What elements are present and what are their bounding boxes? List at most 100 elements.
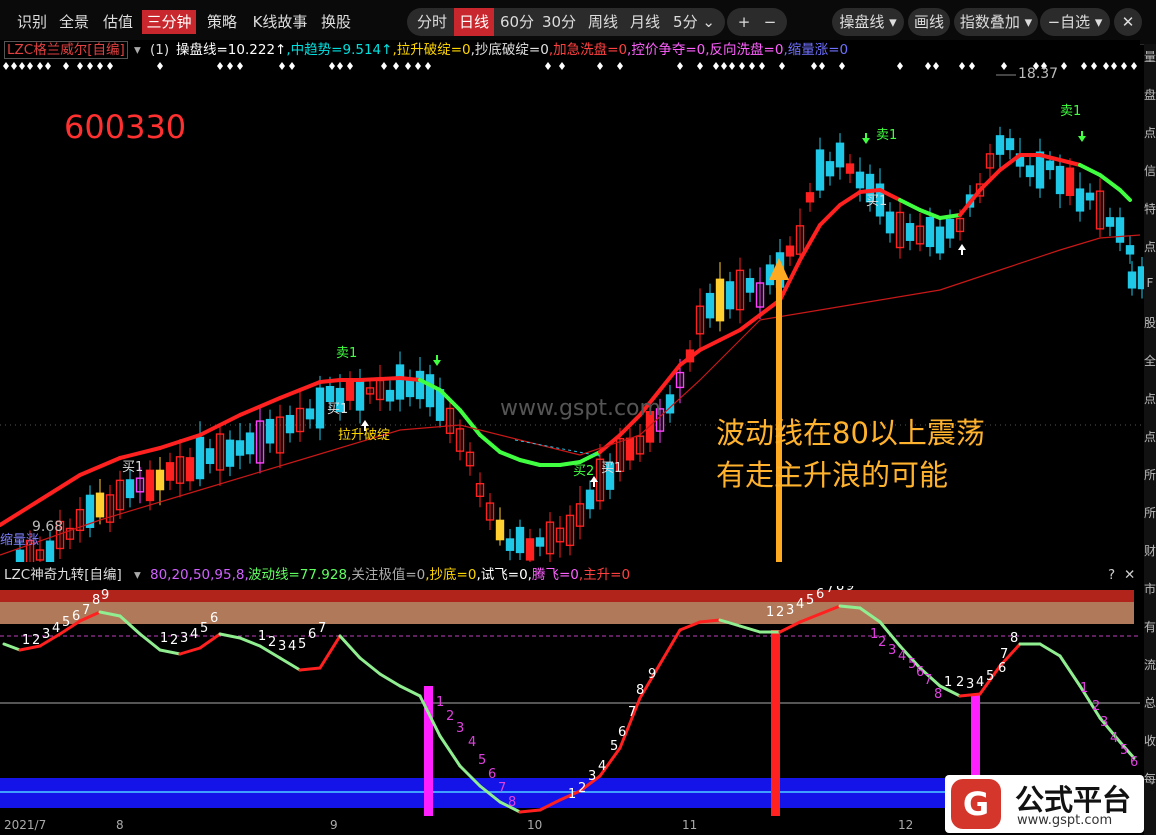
sidebar-tab-8[interactable]: 全 <box>1144 352 1156 369</box>
nine-turn-count: 1 <box>160 631 168 646</box>
nine-turn-count: 3 <box>966 677 974 692</box>
wave-line-segment <box>2 642 22 652</box>
sidebar-tab-16[interactable]: 流 <box>1144 656 1156 673</box>
sidebar-tab-9[interactable]: 点 <box>1144 390 1156 407</box>
period-tab-3[interactable]: 30分 <box>539 8 579 36</box>
sidebar-tab-18[interactable]: 收 <box>1144 732 1156 749</box>
candle-body <box>1075 188 1085 212</box>
signal-diamond <box>1091 62 1097 70</box>
signal-diamond <box>1001 62 1007 70</box>
operating-line-segment <box>278 388 302 400</box>
sidebar-tab-19[interactable]: 每 <box>1144 770 1156 787</box>
sidebar-tab-13[interactable]: 财 <box>1144 542 1156 559</box>
toolbar-dropdown-0[interactable]: 操盘线 ▾ <box>832 8 904 36</box>
candle-body <box>45 540 55 562</box>
operating-line-segment <box>938 213 962 220</box>
candle-body <box>705 292 715 319</box>
signal-diamond <box>381 62 387 70</box>
toolbar-dropdown-2[interactable]: 指数叠加 ▾ <box>954 8 1038 36</box>
menu-item-4[interactable]: 策略 <box>202 10 242 34</box>
toolbar-dropdown-1[interactable]: 画线 <box>908 8 950 36</box>
up-arrow-icon <box>958 244 966 255</box>
menu-item-1[interactable]: 全景 <box>56 10 92 34</box>
sidebar-tab-0[interactable]: 量 <box>1144 48 1156 65</box>
candle-body <box>185 457 195 482</box>
close-button[interactable]: ✕ <box>1114 8 1142 36</box>
candle-body <box>145 469 155 502</box>
nine-turn-count: 3 <box>888 643 896 658</box>
nine-turn-count: 8 <box>508 795 516 810</box>
sidebar-tab-15[interactable]: 有 <box>1144 618 1156 635</box>
lower-formula-dropdown-icon[interactable]: ▾ <box>134 565 141 585</box>
candle-body <box>995 135 1005 155</box>
lower-close-icon[interactable]: ✕ <box>1124 565 1135 585</box>
sidebar-tab-5[interactable]: 点 <box>1144 238 1156 255</box>
sidebar-tab-3[interactable]: 信 <box>1144 162 1156 179</box>
signal-diamond <box>677 62 683 70</box>
menu-item-5[interactable]: K线故事 <box>248 10 312 34</box>
sidebar-tab-1[interactable]: 盘 <box>1144 86 1156 103</box>
candle-body <box>535 537 545 547</box>
nine-turn-count: 5 <box>1120 743 1128 758</box>
signal-diamond <box>347 62 353 70</box>
lower-indicator-value-2: ,抄底=0 <box>425 567 477 583</box>
wave-line-segment <box>218 632 242 640</box>
upper-indicator-value-4: ,加急洗盘=0 <box>548 42 628 58</box>
period-tab-4[interactable]: 周线 <box>582 8 624 36</box>
formula-selector[interactable]: LZC格兰威尔[自编] <box>4 41 128 59</box>
candle-body <box>285 414 295 434</box>
down-arrow-icon <box>862 133 870 144</box>
menu-item-2[interactable]: 估值 <box>100 10 136 34</box>
zoom-in-button[interactable]: + <box>733 8 755 36</box>
menu-item-3[interactable]: 三分钟 <box>142 10 196 34</box>
signal-diamond <box>597 62 603 70</box>
wave-line-segment <box>518 808 542 814</box>
sidebar-tab-17[interactable]: 总 <box>1144 694 1156 711</box>
operating-line-segment <box>398 376 422 382</box>
lower-help-icon[interactable]: ? <box>1108 565 1115 585</box>
period-tab-5[interactable]: 月线 <box>626 8 664 36</box>
signal-diamond <box>237 62 243 70</box>
zoom-out-button[interactable]: − <box>759 8 781 36</box>
candle-body <box>165 462 175 481</box>
formula-dropdown-icon[interactable]: ▾ <box>134 40 141 60</box>
nine-turn-count: 1 <box>258 629 266 644</box>
nine-turn-count: 7 <box>498 781 506 796</box>
sidebar-tab-7[interactable]: 股 <box>1144 314 1156 331</box>
toolbar-dropdown-3[interactable]: −自选 ▾ <box>1040 8 1110 36</box>
period-tab-6[interactable]: 5分 ⌄ <box>666 8 722 36</box>
candle-body <box>905 223 915 241</box>
note-line-2: 有走主升浪的可能 <box>716 458 949 492</box>
menu-item-0[interactable]: 识别 <box>16 10 48 34</box>
nine-turn-count: 6 <box>998 661 1006 676</box>
period-tab-1[interactable]: 日线 <box>454 8 494 36</box>
sidebar-tab-11[interactable]: 所 <box>1144 466 1156 483</box>
signal-diamond <box>739 62 745 70</box>
operating-line-segment <box>1078 163 1102 177</box>
sell-signal-3: 卖1 <box>1060 104 1082 119</box>
upper-indicator-value-1: ,中趋势=9.514↑ <box>286 42 393 58</box>
right-sidebar[interactable]: 量盘点信特点F股全点点所所财市有流总收每 <box>1144 44 1156 835</box>
signal-diamond <box>933 62 939 70</box>
candle-body <box>855 171 865 189</box>
nine-turn-count: 7 <box>1000 647 1008 662</box>
nine-turn-count: 2 <box>878 635 886 650</box>
candle-body <box>945 218 955 239</box>
sidebar-tab-10[interactable]: 点 <box>1144 428 1156 445</box>
sidebar-tab-14[interactable]: 市 <box>1144 580 1156 597</box>
lower-indicator-bar: LZC神奇九转[自编] ▾ 80,20,50,95,8, 波动线=77.928,… <box>0 565 1140 585</box>
nine-turn-count: 1 <box>22 633 30 648</box>
lower-formula-selector[interactable]: LZC神奇九转[自编] <box>4 565 122 585</box>
period-tab-0[interactable]: 分时 <box>411 8 453 36</box>
candle-body <box>1127 271 1137 289</box>
sidebar-tab-4[interactable]: 特 <box>1144 200 1156 217</box>
candle-body <box>235 440 245 456</box>
sidebar-tab-2[interactable]: 点 <box>1144 124 1156 141</box>
operating-line-segment <box>838 190 862 207</box>
sidebar-tab-12[interactable]: 所 <box>1144 504 1156 521</box>
shrink-volume-label: 缩量涨 <box>0 533 40 548</box>
menu-item-6[interactable]: 换股 <box>318 10 354 34</box>
nine-turn-count: 8 <box>836 586 844 594</box>
period-tab-2[interactable]: 60分 <box>497 8 537 36</box>
sidebar-tab-6[interactable]: F <box>1144 276 1156 290</box>
